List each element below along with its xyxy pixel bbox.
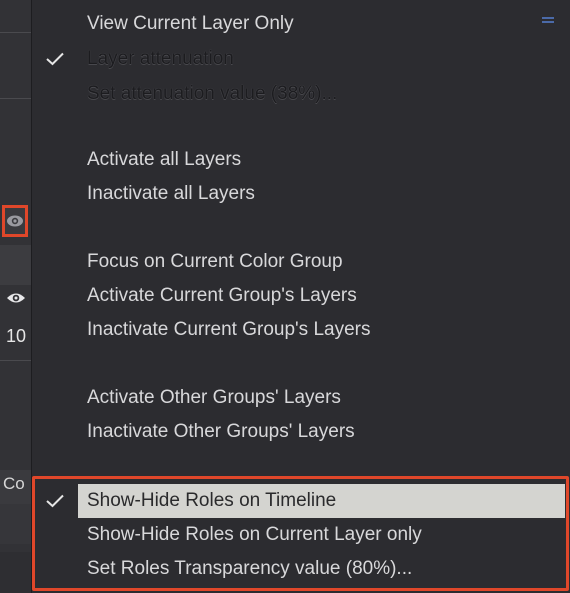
panel-band	[0, 504, 31, 544]
eye-toggle[interactable]	[3, 288, 29, 308]
checkmark-icon	[44, 46, 66, 72]
menu-item-inactivate-other-groups-layers[interactable]: Inactivate Other Groups' Layers	[87, 419, 355, 445]
menu-item-view-current-layer-only[interactable]: View Current Layer Only	[87, 11, 294, 37]
panel-band	[0, 552, 31, 593]
divider	[0, 98, 31, 99]
menu-item-inactivate-current-group-layers[interactable]: Inactivate Current Group's Layers	[87, 317, 370, 343]
menu-item-activate-current-group-layers[interactable]: Activate Current Group's Layers	[87, 283, 357, 309]
layer-context-menu: View Current Layer Only Layer attenuatio…	[31, 0, 570, 593]
panel-label: Co	[3, 474, 25, 493]
eye-icon	[7, 215, 23, 227]
divider	[0, 360, 31, 361]
background-panel: 10 Co	[0, 0, 31, 593]
menu-item-inactivate-all-layers[interactable]: Inactivate all Layers	[87, 181, 255, 207]
menu-item-layer-attenuation[interactable]: Layer attenuation	[87, 46, 234, 72]
divider	[0, 32, 31, 33]
opacity-value: 10	[6, 326, 27, 346]
panel-band	[0, 245, 31, 285]
menu-item-set-attenuation-value[interactable]: Set attenuation value (38%)...	[87, 81, 337, 107]
screen: 10 Co View Current Layer Only Layer atte…	[0, 0, 570, 593]
eye-icon	[7, 293, 25, 303]
annotation-highlight-box	[32, 476, 569, 591]
layer-visibility-toggle[interactable]	[2, 205, 28, 237]
menu-item-activate-other-groups-layers[interactable]: Activate Other Groups' Layers	[87, 385, 341, 411]
menu-item-focus-current-color-group[interactable]: Focus on Current Color Group	[87, 249, 343, 275]
hamburger-menu-icon[interactable]	[542, 17, 554, 27]
menu-item-activate-all-layers[interactable]: Activate all Layers	[87, 147, 241, 173]
